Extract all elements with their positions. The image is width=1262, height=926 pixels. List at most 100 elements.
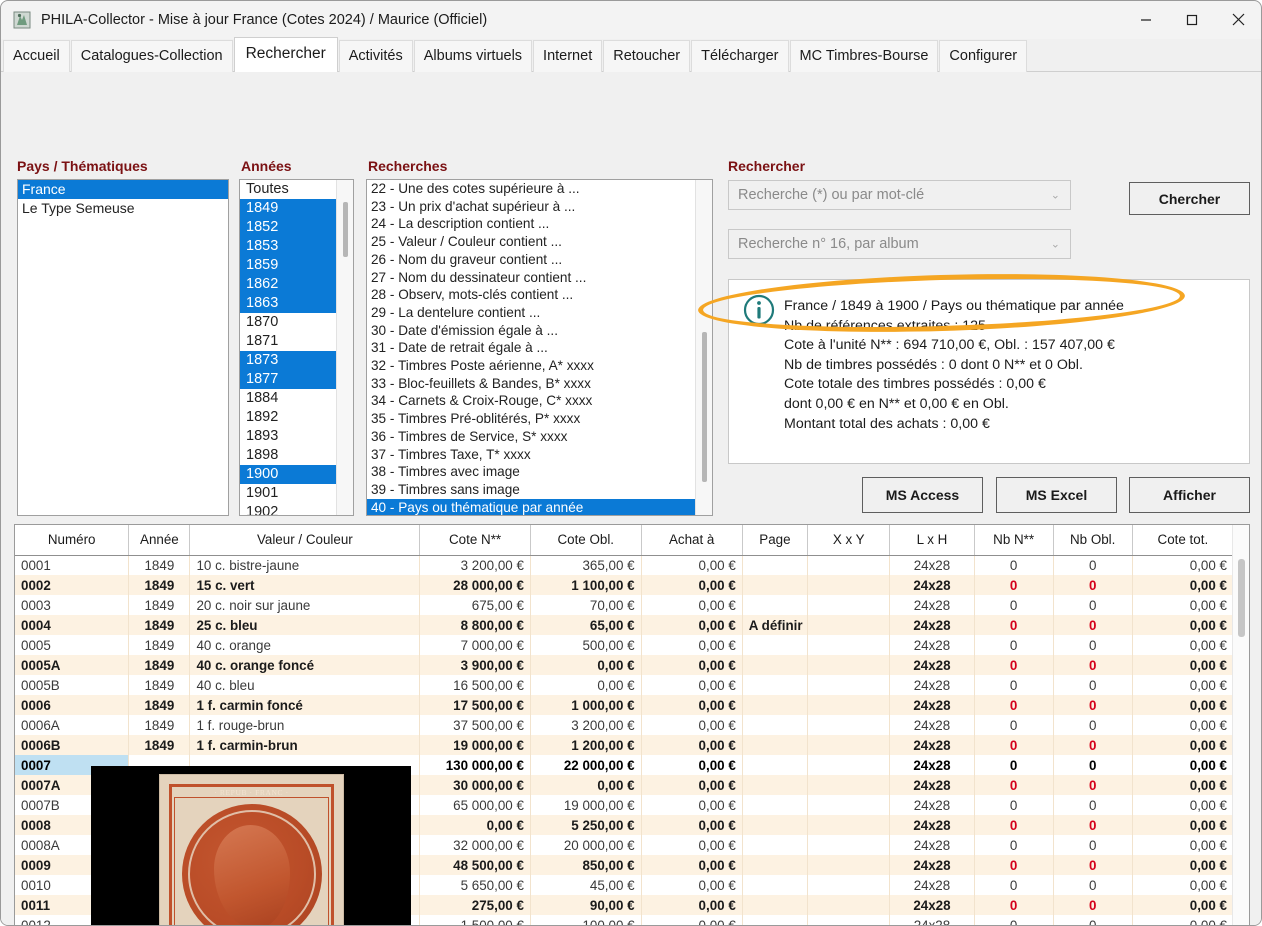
table-row[interactable]: 0001 1849 10 c. bistre-jaune 3 200,00 €365,…	[15, 555, 1235, 575]
search-keyword-combobox[interactable]: Recherche (*) ou par mot-clé ⌄	[728, 180, 1071, 210]
col-x-y[interactable]: X x Y	[807, 525, 891, 556]
chercher-button[interactable]: Chercher	[1129, 182, 1250, 215]
minimize-button[interactable]	[1123, 1, 1169, 39]
cell-lh: 24x28	[889, 635, 975, 655]
table-row[interactable]: 0006 1849 1 f. carmin foncé 17 500,00 €1 00…	[15, 695, 1235, 715]
pays-thematiques-listbox[interactable]: France Le Type Semeuse	[17, 179, 229, 516]
close-button[interactable]	[1215, 1, 1261, 39]
col-nb-n[interactable]: Nb N**	[974, 525, 1054, 556]
ms-excel-button[interactable]: MS Excel	[996, 477, 1117, 513]
recherche-item-30[interactable]: 30 - Date d'émission égale à ...	[367, 322, 712, 340]
cell-page	[742, 575, 809, 595]
recherche-item-24[interactable]: 24 - La description contient ...	[367, 215, 712, 233]
grid-vertical-scrollbar[interactable]	[1232, 525, 1249, 925]
recherche-item-39[interactable]: 39 - Timbres sans image	[367, 481, 712, 499]
recherche-item-23[interactable]: 23 - Un prix d'achat supérieur à ...	[367, 198, 712, 216]
recherche-item-26[interactable]: 26 - Nom du graveur contient ...	[367, 251, 712, 269]
recherche-item-33[interactable]: 33 - Bloc-feuillets & Bandes, B* xxxx	[367, 375, 712, 393]
col-annee[interactable]: Année	[128, 525, 191, 556]
cell-lh: 24x28	[889, 735, 975, 755]
table-row[interactable]: 0002 1849 15 c. vert 28 000,00 €1 100,00 €0…	[15, 575, 1235, 595]
tab-catalogues-collection[interactable]: Catalogues-Collection	[70, 40, 233, 72]
cell-cote_obl: 45,00 €	[530, 875, 642, 895]
annees-scrollbar[interactable]	[336, 180, 353, 515]
cell-achat: 0,00 €	[641, 655, 743, 675]
recherche-item-35[interactable]: 35 - Timbres Pré-oblitérés, P* xxxx	[367, 410, 712, 428]
table-row[interactable]: 0006A 1849 1 f. rouge-brun 37 500,00 €3 200…	[15, 715, 1235, 735]
stamp-image-popup[interactable]: · REPUB · FRANC · · 1·FR POSTES 1·FR ·	[91, 766, 411, 925]
cell-lh: 24x28	[889, 795, 975, 815]
cell-numero: 0003	[15, 595, 130, 615]
table-row[interactable]: 0005B 1849 40 c. bleu 16 500,00 €0,00 €0,00…	[15, 675, 1235, 695]
tab-activites[interactable]: Activités	[338, 40, 413, 72]
search-album-text: Recherche n° 16, par album	[738, 236, 919, 252]
table-row[interactable]: 0006B 1849 1 f. carmin-brun 19 000,00 €1 20…	[15, 735, 1235, 755]
recherche-item-34[interactable]: 34 - Carnets & Croix-Rouge, C* xxxx	[367, 392, 712, 410]
cell-achat: 0,00 €	[641, 775, 743, 795]
recherche-item-27[interactable]: 27 - Nom du dessinateur contient ...	[367, 269, 712, 287]
annees-listbox[interactable]: Toutes 1849 1852 1853 1859 1862 1863 187…	[239, 179, 354, 516]
col-cote-obl[interactable]: Cote Obl.	[530, 525, 642, 556]
cell-cote_tot: 0,00 €	[1132, 575, 1235, 595]
tab-configurer[interactable]: Configurer	[939, 40, 1028, 72]
col-cote-tot[interactable]: Cote tot.	[1132, 525, 1235, 556]
pays-item-le-type-semeuse[interactable]: Le Type Semeuse	[18, 199, 228, 218]
tab-internet[interactable]: Internet	[533, 40, 603, 72]
col-nb-obl[interactable]: Nb Obl.	[1053, 525, 1133, 556]
recherche-item-37[interactable]: 37 - Timbres Taxe, T* xxxx	[367, 446, 712, 464]
search-album-combobox[interactable]: Recherche n° 16, par album ⌄	[728, 229, 1071, 259]
col-l-h[interactable]: L x H	[889, 525, 975, 556]
tab-mc-timbres-bourse[interactable]: MC Timbres-Bourse	[789, 40, 939, 72]
cell-numero: 0006	[15, 695, 130, 715]
cell-achat: 0,00 €	[641, 675, 743, 695]
search-results-summary: France / 1849 à 1900 / Pays ou thématiqu…	[784, 298, 1124, 432]
recherche-item-22[interactable]: 22 - Une des cotes supérieure à ...	[367, 180, 712, 198]
tab-retoucher[interactable]: Retoucher	[603, 40, 691, 72]
tab-accueil[interactable]: Accueil	[3, 40, 70, 72]
cell-lh: 24x28	[889, 755, 975, 775]
recherches-scrollbar[interactable]	[695, 180, 712, 515]
cell-valeur: 15 c. vert	[189, 575, 421, 595]
cell-cote_tot: 0,00 €	[1132, 795, 1235, 815]
pays-item-france[interactable]: France	[18, 180, 228, 199]
col-page[interactable]: Page	[742, 525, 809, 556]
col-achat-a[interactable]: Achat à	[641, 525, 743, 556]
search-keyword-text: Recherche (*) ou par mot-clé	[738, 187, 925, 203]
table-row[interactable]: 0005A 1849 40 c. orange foncé 3 900,00 €0,0…	[15, 655, 1235, 675]
ms-access-button[interactable]: MS Access	[862, 477, 983, 513]
cell-cote_obl: 100,00 €	[530, 915, 642, 925]
cell-xy	[807, 775, 891, 795]
col-numero[interactable]: Numéro	[15, 525, 130, 556]
cell-page	[742, 675, 809, 695]
col-cote-n[interactable]: Cote N**	[419, 525, 531, 556]
table-row[interactable]: 0004 1849 25 c. bleu 8 800,00 €65,00 €0,00 …	[15, 615, 1235, 635]
tab-rechercher[interactable]: Rechercher	[233, 37, 338, 72]
afficher-button[interactable]: Afficher	[1129, 477, 1250, 513]
cell-xy	[807, 715, 891, 735]
tab-telecharger[interactable]: Télécharger	[691, 40, 789, 72]
tab-albums-virtuels[interactable]: Albums virtuels	[413, 40, 533, 72]
maximize-button[interactable]	[1169, 1, 1215, 39]
recherche-item-40[interactable]: 40 - Pays ou thématique par année	[367, 498, 712, 515]
cell-xy	[807, 615, 891, 635]
cell-valeur: 1 f. carmin-brun	[189, 735, 421, 755]
recherche-item-28[interactable]: 28 - Observ, mots-clés contient ...	[367, 286, 712, 304]
cell-numero: 0005	[15, 635, 130, 655]
recherche-item-36[interactable]: 36 - Timbres de Service, S* xxxx	[367, 428, 712, 446]
cell-xy	[807, 855, 891, 875]
recherche-item-31[interactable]: 31 - Date de retrait égale à ...	[367, 339, 712, 357]
recherches-scroll-thumb[interactable]	[702, 332, 707, 482]
table-row[interactable]: 0005 1849 40 c. orange 7 000,00 €500,00 €0,…	[15, 635, 1235, 655]
cell-xy	[807, 735, 891, 755]
recherche-item-32[interactable]: 32 - Timbres Poste aérienne, A* xxxx	[367, 357, 712, 375]
recherche-item-29[interactable]: 29 - La dentelure contient ...	[367, 304, 712, 322]
cell-nb_obl: 0	[1053, 555, 1133, 575]
annees-scroll-thumb[interactable]	[343, 202, 348, 257]
col-valeur-couleur[interactable]: Valeur / Couleur	[189, 525, 421, 556]
cell-valeur: 1 f. carmin foncé	[189, 695, 421, 715]
recherches-listbox[interactable]: 22 - Une des cotes supérieure à ... 23 -…	[366, 179, 713, 516]
recherche-item-25[interactable]: 25 - Valeur / Couleur contient ...	[367, 233, 712, 251]
recherche-item-38[interactable]: 38 - Timbres avec image	[367, 463, 712, 481]
grid-scroll-thumb[interactable]	[1238, 559, 1245, 637]
table-row[interactable]: 0003 1849 20 c. noir sur jaune 675,00 €70,0…	[15, 595, 1235, 615]
